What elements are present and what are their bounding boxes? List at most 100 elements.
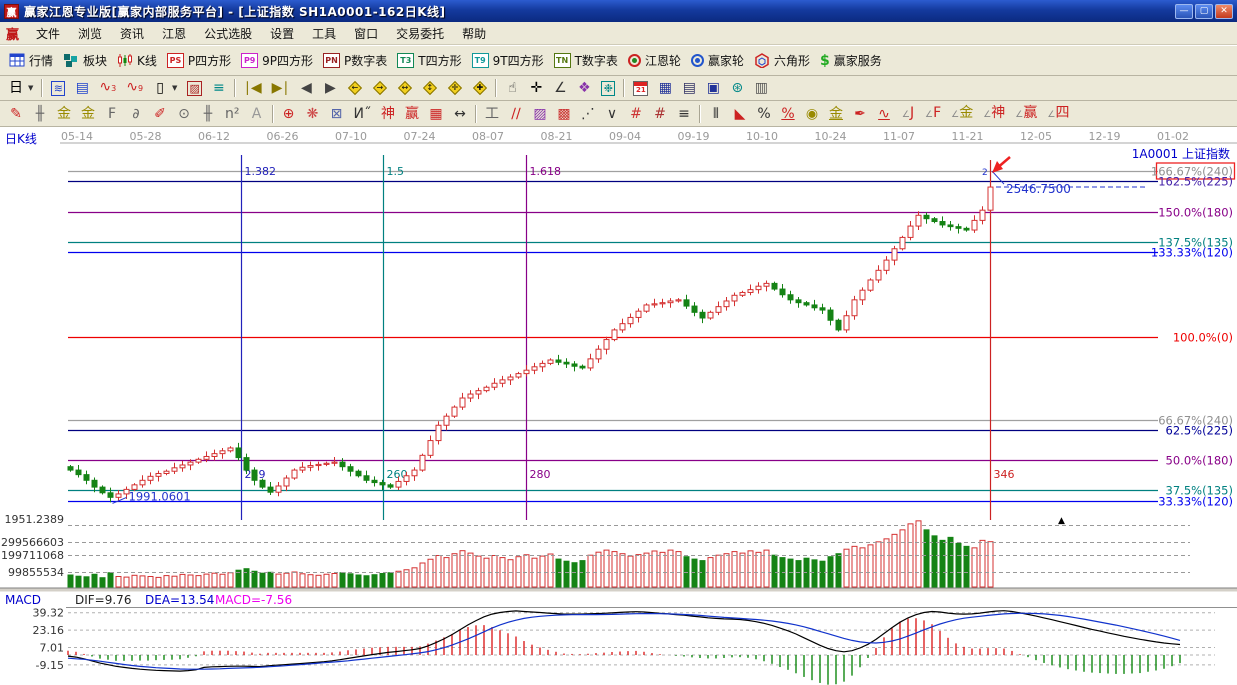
pen-marker-tool[interactable]: ✐: [148, 104, 172, 124]
grid-129-tool[interactable]: ▦: [424, 104, 448, 124]
gann-h-expand-button-icon: ↔: [397, 81, 412, 96]
hand-tool-button[interactable]: ☝: [500, 78, 524, 98]
price-volume-icon[interactable]: ≡: [207, 78, 231, 98]
menu-item-7[interactable]: 窗口: [345, 22, 387, 45]
gann-cross-button[interactable]: ✛: [442, 79, 467, 98]
maximize-button[interactable]: ▢: [1195, 4, 1213, 19]
crosshair-tool-button[interactable]: ✛: [524, 78, 548, 98]
tick-ruler-tool[interactable]: ╫: [196, 104, 220, 124]
menu-item-4[interactable]: 公式选股: [195, 22, 261, 45]
angle-measure-button[interactable]: ∠: [548, 78, 572, 98]
calculator-button[interactable]: ▦: [653, 78, 677, 98]
chart-area[interactable]: 日K线 1A0001 上证指数 MACD DIF=9.76 DEA=13.54 …: [0, 127, 1237, 685]
gann-wheel-button[interactable]: 江恩轮: [623, 50, 686, 71]
menu-item-9[interactable]: 帮助: [453, 22, 495, 45]
n-square-tool[interactable]: n²: [220, 104, 245, 124]
gann-right-button[interactable]: →: [367, 79, 392, 98]
loss-percent-tool[interactable]: ◣: [728, 104, 752, 124]
t-number-table-button[interactable]: TNT数字表: [549, 50, 623, 71]
gold-angle-tool[interactable]: ∠金: [946, 103, 978, 125]
quote-mark-tool[interactable]: И˝: [349, 104, 376, 124]
ink-lines-tool[interactable]: ✒: [848, 104, 872, 124]
ying-label-tool[interactable]: 赢: [400, 104, 424, 124]
menu-item-6[interactable]: 工具: [303, 22, 345, 45]
zoom-region-icon[interactable]: ≋: [46, 79, 70, 98]
trend-rays-tool[interactable]: ⋰: [576, 104, 600, 124]
memo-button[interactable]: ▤: [677, 78, 701, 98]
gann-all-button[interactable]: ✚: [467, 79, 492, 98]
compress-3-icon[interactable]: ∿3: [94, 77, 121, 99]
ying-angle-tool[interactable]: ∠赢: [1010, 103, 1042, 125]
gann-h-expand-button[interactable]: ↔: [392, 79, 417, 98]
nine-t-square-button[interactable]: T99T四方形: [467, 50, 549, 71]
grid-a-tool[interactable]: #: [624, 104, 648, 124]
next-bar-button[interactable]: ▶: [318, 78, 342, 98]
sectors-button[interactable]: 板块: [58, 50, 112, 71]
winner-service-button[interactable]: $赢家服务: [815, 50, 887, 71]
period-day-dropdown[interactable]: 日▼: [4, 78, 38, 98]
j-angle-tool[interactable]: ∠J: [896, 103, 920, 125]
gann-box-tool-button[interactable]: ❖: [572, 78, 596, 98]
angle-a-tool[interactable]: A: [245, 104, 269, 124]
network-button[interactable]: ⊛: [725, 78, 749, 98]
boxed-star-tool[interactable]: ⊠: [325, 104, 349, 124]
gann-left-button[interactable]: ←: [342, 79, 367, 98]
calendar-button[interactable]: 21: [628, 79, 653, 98]
shen-label-tool[interactable]: 神: [376, 104, 400, 124]
save-button[interactable]: ▣: [701, 78, 725, 98]
fan-box-red-tool[interactable]: ▩: [552, 104, 576, 124]
spiral-ruler-tool[interactable]: ∂: [124, 104, 148, 124]
menu-item-0[interactable]: 文件: [27, 22, 69, 45]
p-number-table-button[interactable]: PNP数字表: [318, 50, 392, 71]
winner-wheel-button[interactable]: 赢家轮: [686, 50, 749, 71]
percent-tool[interactable]: %: [752, 104, 776, 124]
menu-item-2[interactable]: 资讯: [111, 22, 153, 45]
snowflake-tool[interactable]: ❋: [301, 104, 325, 124]
info-panel-icon[interactable]: ▤: [70, 78, 94, 98]
gold-ruler2-tool[interactable]: 金: [76, 104, 100, 124]
minimize-button[interactable]: —: [1175, 4, 1193, 19]
gann-v-expand-button[interactable]: ↕: [417, 79, 442, 98]
last-page-button[interactable]: ▶∣: [267, 78, 295, 98]
t-square-button[interactable]: T3T四方形: [392, 50, 466, 71]
si-angle-tool[interactable]: ∠四: [1042, 103, 1074, 125]
span-measure-tool[interactable]: ↔: [448, 104, 472, 124]
kline-button[interactable]: K线: [112, 50, 162, 71]
menu-item-8[interactable]: 交易委托: [387, 22, 453, 45]
draw-pen-tool[interactable]: ✎: [4, 104, 28, 124]
hexagon-button[interactable]: 六角形: [749, 50, 815, 71]
gold-ruler-tool[interactable]: 金: [52, 104, 76, 124]
gold-circle-tool[interactable]: ◉: [800, 104, 824, 124]
compress-9-icon[interactable]: ∿9: [121, 77, 148, 99]
percent-line-tool[interactable]: %: [776, 104, 800, 124]
scale-bars-tool[interactable]: ⫴: [704, 104, 728, 124]
f-ruler-tool[interactable]: F: [100, 104, 124, 124]
menu-item-1[interactable]: 浏览: [69, 22, 111, 45]
menu-item-5[interactable]: 设置: [261, 22, 303, 45]
menu-item-3[interactable]: 江恩: [153, 22, 195, 45]
gold-level-tool[interactable]: 金: [824, 104, 848, 124]
grid-b-tool[interactable]: #: [648, 104, 672, 124]
toolbar-separator: [234, 79, 236, 97]
prev-bar-button[interactable]: ◀: [294, 78, 318, 98]
first-page-button[interactable]: ∣◀: [239, 78, 267, 98]
t-frame-tool[interactable]: 工: [480, 104, 504, 124]
shen-angle-tool[interactable]: ∠神: [978, 103, 1010, 125]
nine-p-square-button[interactable]: P99P四方形: [236, 50, 318, 71]
ray-fan-tool[interactable]: ∕∕: [504, 104, 528, 124]
circle-cross-tool[interactable]: ⊕: [277, 104, 301, 124]
close-button[interactable]: ✕: [1215, 4, 1233, 19]
print-button[interactable]: ▥: [749, 78, 773, 98]
timeshare-chart-icon[interactable]: ▨: [182, 79, 206, 98]
f-angle-tool[interactable]: ∠F: [920, 103, 946, 125]
pattern-tool-button[interactable]: ❉: [596, 79, 620, 98]
ruler-ticks-tool[interactable]: ╫: [28, 104, 52, 124]
multi-ray-tool[interactable]: ≡: [672, 104, 696, 124]
fan-box-purple-tool[interactable]: ▨: [528, 104, 552, 124]
p-square-button[interactable]: PSP四方形: [162, 50, 236, 71]
wave-tool[interactable]: ∿: [872, 104, 896, 124]
time-wheel-tool[interactable]: ⊙: [172, 104, 196, 124]
candle-style-dropdown[interactable]: ▯▼: [148, 78, 182, 98]
v-pattern-tool[interactable]: ∨: [600, 104, 624, 124]
quotes-button[interactable]: 行情: [4, 50, 58, 71]
